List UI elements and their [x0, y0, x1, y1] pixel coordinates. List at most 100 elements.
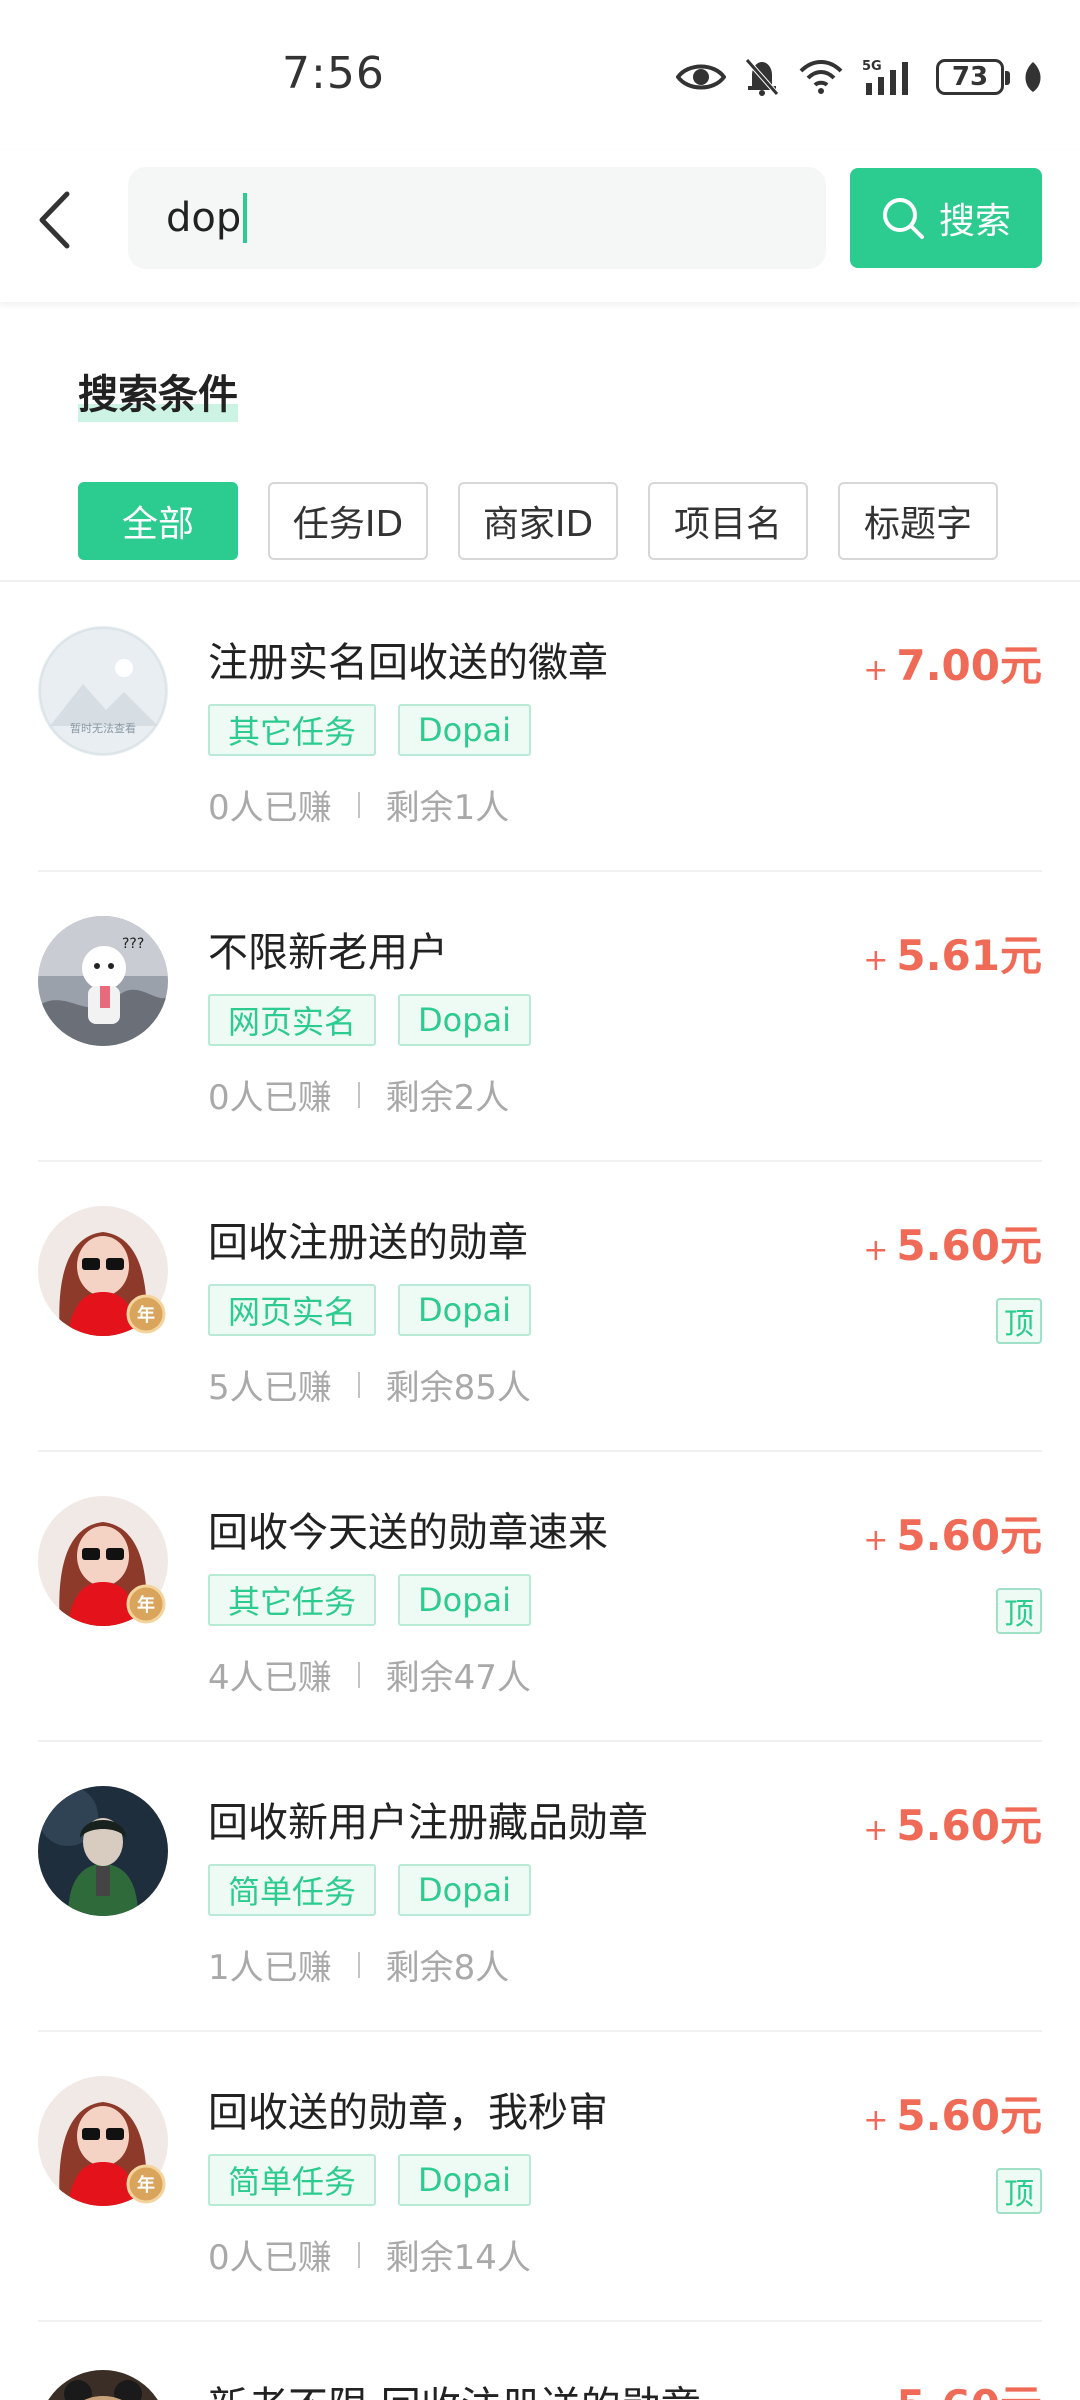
task-reward: + 5.61元	[863, 922, 1042, 983]
avatar-badge-text: 年	[137, 1594, 155, 1616]
task-item[interactable]: 回收新用户注册藏品勋章 简单任务 Dopai 1人已赚 剩余8人 + 5.60元	[0, 1742, 1080, 2032]
earned-count: 5人已赚	[208, 1368, 332, 1408]
reward-amount: 7.00元	[896, 641, 1042, 690]
platform-tag: Dopai	[398, 704, 532, 756]
task-stats: 0人已赚 剩余1人	[208, 780, 509, 829]
filter-project-name[interactable]: 项目名	[648, 482, 808, 560]
earned-count: 0人已赚	[208, 788, 332, 828]
stats-separator	[357, 1951, 360, 1978]
avatar	[38, 1786, 168, 1916]
task-stats: 1人已赚 剩余8人	[208, 1940, 509, 1989]
platform-tag: Dopai	[398, 2154, 532, 2206]
task-item[interactable]: 新老不限 回收注册送的勋章 + 5.60元	[0, 2322, 1080, 2400]
avatar-placeholder-text: 暂时无法查看	[70, 721, 136, 735]
search-input[interactable]: dop	[128, 167, 826, 269]
avatar: 年	[38, 2076, 168, 2206]
avatar: 年	[38, 1206, 168, 1336]
task-reward: + 5.60元	[863, 1212, 1042, 1273]
task-reward: + 5.60元	[863, 2082, 1042, 2143]
remaining-count: 剩余8人	[385, 1948, 510, 1988]
task-reward: + 5.60元	[863, 1792, 1042, 1853]
task-title: 回收今天送的勋章速来	[208, 1510, 608, 1556]
search-button[interactable]: 搜索	[850, 168, 1042, 268]
battery-level: 73	[951, 62, 989, 92]
filter-task-id[interactable]: 任务ID	[268, 482, 428, 560]
stats-separator	[357, 1371, 360, 1398]
task-title: 注册实名回收送的徽章	[208, 640, 608, 686]
chevron-left-icon	[39, 191, 70, 249]
search-icon	[882, 198, 924, 239]
task-stats: 0人已赚 剩余14人	[208, 2230, 531, 2279]
search-button-label: 搜索	[938, 201, 1011, 242]
task-tags: 其它任务 Dopai	[208, 1574, 532, 1626]
plus-sign: +	[863, 2103, 889, 2138]
avatar: ???	[38, 916, 168, 1046]
task-type-tag: 其它任务	[208, 704, 377, 756]
task-title: 回收注册送的勋章	[208, 1220, 528, 1266]
reward-amount: 5.60元	[896, 2091, 1042, 2140]
remaining-count: 剩余85人	[385, 1368, 531, 1408]
pinned-badge: 顶	[996, 1588, 1042, 1634]
plus-sign: +	[863, 943, 889, 978]
task-stats: 5人已赚 剩余85人	[208, 1360, 531, 1409]
avatar: 年	[38, 1496, 168, 1626]
platform-tag: Dopai	[398, 1284, 532, 1336]
status-bar: 7:56 5G 73	[0, 0, 1080, 150]
search-query-text: dop	[166, 195, 242, 241]
filter-all[interactable]: 全部	[78, 482, 238, 560]
eye-icon	[676, 64, 726, 90]
plus-sign: +	[863, 653, 889, 688]
conditions-title: 搜索条件	[78, 362, 238, 422]
platform-tag: Dopai	[398, 1574, 532, 1626]
task-stats: 4人已赚 剩余47人	[208, 1650, 531, 1699]
platform-tag: Dopai	[398, 994, 532, 1046]
task-type-tag: 简单任务	[208, 2154, 377, 2206]
task-reward: + 5.60元	[863, 1502, 1042, 1563]
battery-icon: 73	[936, 59, 1010, 95]
task-title: 回收送的勋章，我秒审	[208, 2090, 608, 2136]
remaining-count: 剩余2人	[385, 1078, 510, 1118]
avatar	[38, 2370, 168, 2400]
back-button[interactable]	[22, 180, 86, 260]
reward-amount: 5.60元	[896, 1221, 1042, 1270]
task-type-tag: 简单任务	[208, 1864, 377, 1916]
remaining-count: 剩余47人	[385, 1658, 531, 1698]
task-type-tag: 其它任务	[208, 1574, 377, 1626]
task-item[interactable]: 年 回收送的勋章，我秒审 简单任务 Dopai 0人已赚 剩余14人 + 5.6…	[0, 2032, 1080, 2322]
filter-title-keyword[interactable]: 标题字	[838, 482, 998, 560]
reward-amount: 5.61元	[896, 931, 1042, 980]
filter-merchant-id[interactable]: 商家ID	[458, 482, 618, 560]
wifi-icon	[799, 60, 843, 94]
earned-count: 1人已赚	[208, 1948, 332, 1988]
stats-separator	[357, 2241, 360, 2268]
reward-amount: 5.60元	[896, 1801, 1042, 1850]
task-item[interactable]: 年 回收注册送的勋章 网页实名 Dopai 5人已赚 剩余85人 + 5.60元…	[0, 1162, 1080, 1452]
stats-separator	[357, 1661, 360, 1688]
task-title: 不限新老用户	[208, 930, 448, 976]
task-title: 回收新用户注册藏品勋章	[208, 1800, 648, 1846]
task-type-tag: 网页实名	[208, 994, 377, 1046]
stats-separator	[357, 1081, 360, 1108]
reward-amount: 5.60元	[896, 1511, 1042, 1560]
plus-sign: +	[863, 1523, 889, 1558]
task-item[interactable]: 暂时无法查看 注册实名回收送的徽章 其它任务 Dopai 0人已赚 剩余1人 +…	[0, 582, 1080, 872]
plus-sign: +	[863, 1813, 889, 1848]
plus-sign: +	[863, 1233, 889, 1268]
earned-count: 0人已赚	[208, 2238, 332, 2278]
conditions-title-text: 搜索条件	[78, 372, 238, 418]
status-icons: 5G 73	[676, 52, 1044, 102]
svg-text:???: ???	[122, 936, 144, 952]
text-caret	[243, 193, 248, 243]
avatar-badge-text: 年	[137, 2174, 155, 2196]
remaining-count: 剩余14人	[385, 2238, 531, 2278]
leaf-icon	[1025, 62, 1041, 92]
signal-5g-icon: 5G	[862, 59, 908, 95]
avatar: 暂时无法查看	[38, 626, 168, 756]
task-reward: + 7.00元	[863, 632, 1042, 693]
avatar-badge-text: 年	[137, 1304, 155, 1326]
search-header: dop 搜索	[0, 150, 1080, 302]
task-item[interactable]: ??? 不限新老用户 网页实名 Dopai 0人已赚 剩余2人 + 5.61元	[0, 872, 1080, 1162]
status-time: 7:56	[282, 48, 385, 99]
task-tags: 简单任务 Dopai	[208, 1864, 532, 1916]
task-item[interactable]: 年 回收今天送的勋章速来 其它任务 Dopai 4人已赚 剩余47人 + 5.6…	[0, 1452, 1080, 1742]
